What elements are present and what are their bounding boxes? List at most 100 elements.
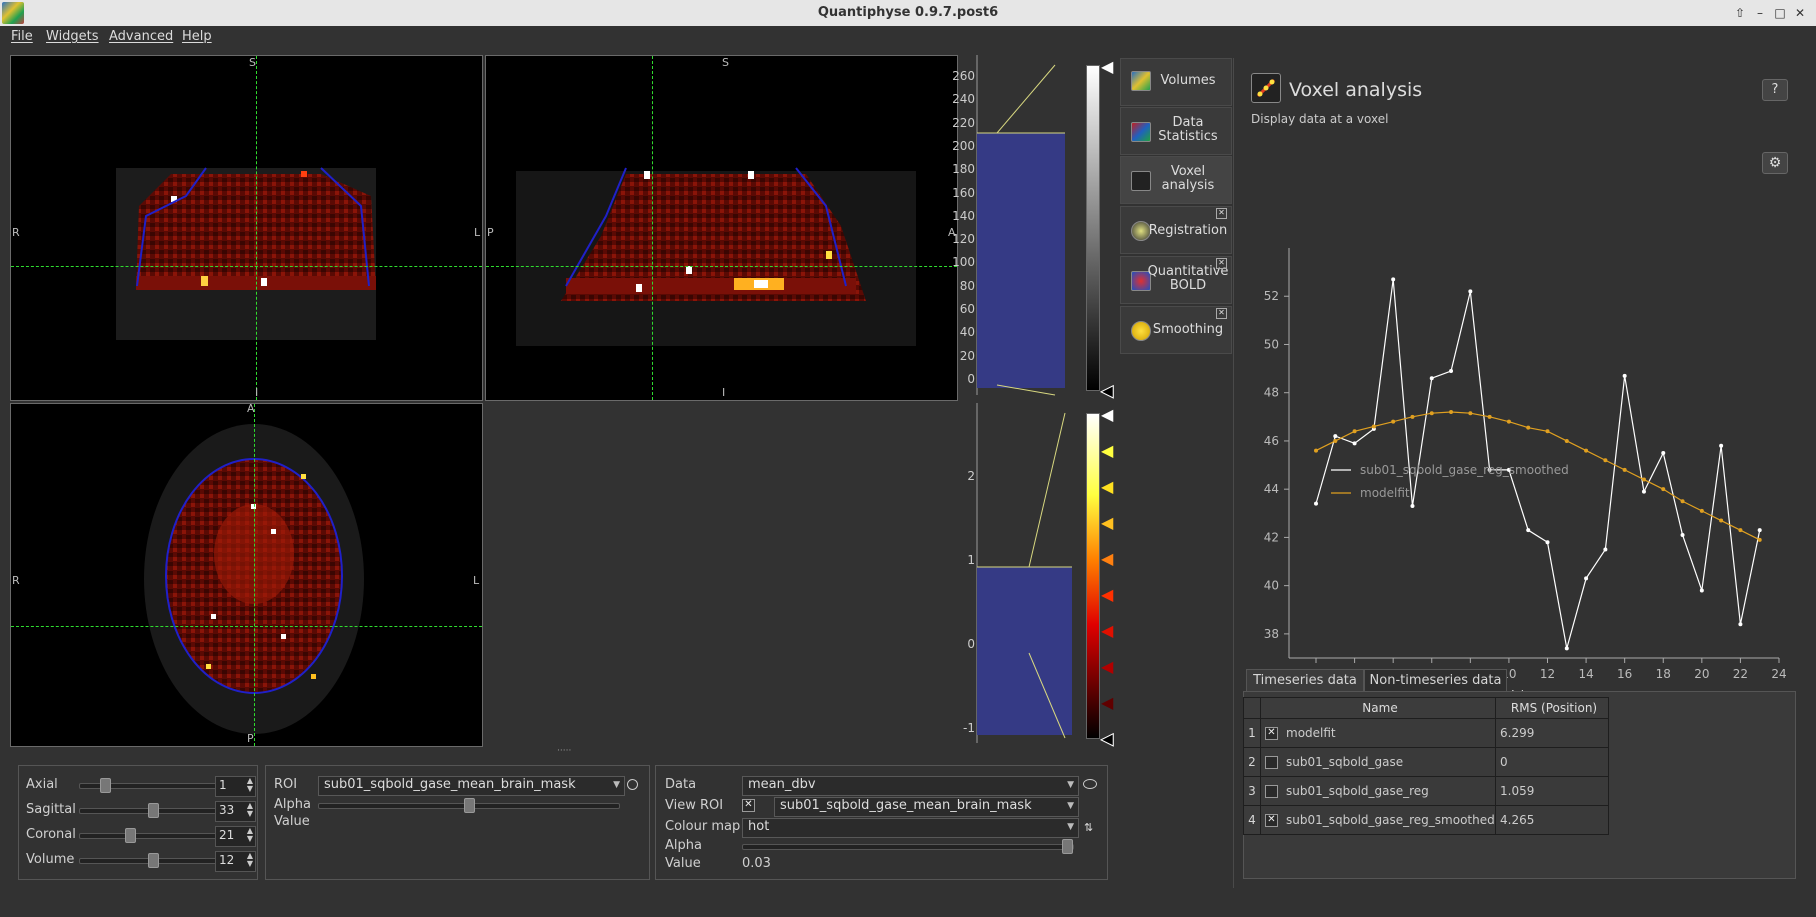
colorbar-min-handle-icon[interactable]: ◀ bbox=[1100, 381, 1113, 401]
volume-slider-handle[interactable] bbox=[148, 853, 159, 868]
close-smoothing-icon[interactable]: ✕ bbox=[1216, 308, 1227, 319]
histogram-bottom[interactable]: 2 1 0 -1 ◀ ◀ ◀ ◀ ◀ ◀ ◀ ◀ ◀ ◀ bbox=[960, 403, 1120, 749]
window-up-icon[interactable]: ⇧ bbox=[1732, 5, 1748, 21]
colormap-handle-icon[interactable]: ◀ bbox=[1101, 405, 1113, 424]
roi-alpha-slider[interactable] bbox=[318, 798, 620, 813]
axial-spinbox[interactable]: 1 ▲ ▼ bbox=[215, 776, 256, 797]
tab-voxel-analysis[interactable]: Voxel analysis bbox=[1120, 156, 1232, 204]
data-alpha-slider-handle[interactable] bbox=[1062, 839, 1073, 854]
sagittal-slider[interactable] bbox=[79, 803, 228, 818]
axis-tick-label: 0 bbox=[967, 371, 975, 386]
x-tick-label: 24 bbox=[1771, 667, 1786, 681]
data-label: Data bbox=[665, 777, 697, 792]
coronal-slider-handle[interactable] bbox=[124, 828, 136, 843]
sagittal-spinbox[interactable]: 33 ▲ ▼ bbox=[215, 801, 256, 822]
colorbar-max-handle-icon[interactable]: ◀ bbox=[1101, 57, 1113, 76]
header-name[interactable]: Name bbox=[1260, 697, 1496, 719]
data-alpha-slider[interactable] bbox=[742, 839, 1074, 854]
axis-tick-label: -1 bbox=[963, 721, 975, 735]
row-checkbox[interactable] bbox=[1265, 785, 1278, 798]
data-point bbox=[1449, 369, 1454, 373]
tab-non-timeseries-data[interactable]: Non-timeseries data bbox=[1364, 669, 1507, 691]
roi-options-icon[interactable] bbox=[627, 779, 638, 790]
axial-view[interactable]: A P R L bbox=[10, 403, 483, 747]
colormap-handle-icon[interactable]: ◀ bbox=[1101, 549, 1113, 568]
table-row[interactable]: 4 ✕ sub01_sqbold_gase_reg_smoothed 4.265 bbox=[1243, 805, 1609, 835]
close-registration-icon[interactable]: ✕ bbox=[1216, 208, 1227, 219]
colormap-handle-icon[interactable]: ◀ bbox=[1101, 441, 1113, 460]
volume-slider[interactable] bbox=[79, 853, 228, 868]
help-button[interactable]: ? bbox=[1762, 79, 1788, 101]
colormap-handle-icon[interactable]: ◀ bbox=[1100, 729, 1113, 749]
table-corner bbox=[1243, 697, 1261, 719]
menu-widgets[interactable]: Widgets bbox=[46, 29, 99, 44]
colour-map-select[interactable]: hot ▼ bbox=[742, 818, 1079, 838]
data-point bbox=[1622, 467, 1627, 472]
roi-alpha-slider-handle[interactable] bbox=[463, 798, 475, 813]
tab-timeseries-data[interactable]: Timeseries data bbox=[1246, 669, 1364, 691]
table-row[interactable]: 3 sub01_sqbold_gase_reg 1.059 bbox=[1243, 776, 1609, 806]
data-point bbox=[1410, 504, 1415, 509]
coronal-view[interactable]: S I R L bbox=[10, 55, 483, 401]
row-checkbox[interactable]: ✕ bbox=[1265, 814, 1278, 827]
coronal-left-label: R bbox=[12, 226, 20, 239]
close-icon[interactable]: ✕ bbox=[1792, 5, 1808, 21]
axial-slider[interactable] bbox=[79, 778, 228, 793]
table-row[interactable]: 1 ✕ modelfit 6.299 bbox=[1243, 718, 1609, 748]
data-select[interactable]: mean_dbv ▼ bbox=[742, 776, 1079, 796]
colormap-handle-icon[interactable]: ◀ bbox=[1101, 621, 1113, 640]
row-checkbox[interactable] bbox=[1265, 756, 1278, 769]
volume-spinbox[interactable]: 12 ▲ ▼ bbox=[215, 851, 256, 872]
menu-help[interactable]: Help bbox=[182, 29, 212, 44]
data-point bbox=[1680, 533, 1685, 537]
data-point bbox=[1506, 419, 1511, 424]
maximize-icon[interactable]: □ bbox=[1772, 5, 1788, 21]
axis-tick-label: 0 bbox=[967, 637, 975, 651]
roi-value-label: Value bbox=[274, 814, 310, 829]
splitter-handle[interactable]: ····· bbox=[557, 746, 571, 756]
tab-quantitative-bold[interactable]: Quantitative BOLD ✕ bbox=[1120, 256, 1232, 304]
sagittal-slider-handle[interactable] bbox=[148, 803, 159, 818]
view-eye-icon[interactable] bbox=[1083, 779, 1097, 789]
colour-map-options-icon[interactable]: ⇅ bbox=[1084, 821, 1093, 834]
view-roi-select[interactable]: sub01_sqbold_gase_mean_brain_mask ▼ bbox=[774, 797, 1079, 817]
axial-slider-handle[interactable] bbox=[100, 778, 112, 793]
sagittal-view[interactable]: S I P A bbox=[485, 55, 958, 401]
data-panel: Data mean_dbv ▼ View ROI ✕ sub01_sqbold_g… bbox=[655, 765, 1108, 880]
row-name[interactable]: sub01_sqbold_gase bbox=[1260, 747, 1496, 777]
view-roi-checkbox[interactable]: ✕ bbox=[742, 799, 755, 812]
row-rms: 4.265 bbox=[1495, 805, 1609, 835]
colormap-handle-icon[interactable]: ◀ bbox=[1101, 693, 1113, 712]
minimize-icon[interactable]: – bbox=[1752, 5, 1768, 21]
table-row[interactable]: 2 sub01_sqbold_gase 0 bbox=[1243, 747, 1609, 777]
menu-advanced[interactable]: Advanced bbox=[109, 29, 173, 44]
coronal-spinbox[interactable]: 21 ▲ ▼ bbox=[215, 826, 256, 847]
x-tick-label: 12 bbox=[1540, 667, 1555, 681]
data-point bbox=[1314, 501, 1319, 506]
colormap-handle-icon[interactable]: ◀ bbox=[1101, 477, 1113, 496]
sagittal-label: Sagittal bbox=[26, 802, 76, 817]
row-name[interactable]: ✕ sub01_sqbold_gase_reg_smoothed bbox=[1260, 805, 1496, 835]
header-rms[interactable]: RMS (Position) bbox=[1495, 697, 1609, 719]
row-name[interactable]: sub01_sqbold_gase_reg bbox=[1260, 776, 1496, 806]
row-index: 4 bbox=[1243, 805, 1261, 835]
settings-gear-icon[interactable]: ⚙ bbox=[1762, 152, 1788, 174]
tab-registration[interactable]: Registration ✕ bbox=[1120, 206, 1232, 254]
x-tick-label: 14 bbox=[1578, 667, 1593, 681]
menu-file[interactable]: File bbox=[11, 29, 33, 44]
close-quantitative-bold-icon[interactable]: ✕ bbox=[1216, 258, 1227, 269]
tab-data-statistics[interactable]: Data Statistics bbox=[1120, 107, 1232, 155]
coronal-slider[interactable] bbox=[79, 828, 228, 843]
row-checkbox[interactable]: ✕ bbox=[1265, 727, 1278, 740]
voxel-timeseries-chart[interactable]: 0246810121416182022243840424446485052Vol… bbox=[1234, 208, 1804, 708]
window-titlebar: Quantiphyse 0.9.7.post6 ⇧ – □ ✕ bbox=[0, 0, 1816, 26]
colormap-handle-icon[interactable]: ◀ bbox=[1101, 585, 1113, 604]
row-name[interactable]: ✕ modelfit bbox=[1260, 718, 1496, 748]
tab-smoothing[interactable]: Smoothing ✕ bbox=[1120, 306, 1232, 354]
colormap-handle-icon[interactable]: ◀ bbox=[1101, 513, 1113, 532]
histogram-top[interactable]: 260 240 220 200 180 160 140 120 100 80 60 40 20 0 ◀ ◀ bbox=[952, 55, 1120, 401]
tab-volumes[interactable]: Volumes bbox=[1120, 58, 1232, 106]
colormap-handle-icon[interactable]: ◀ bbox=[1101, 657, 1113, 676]
roi-select[interactable]: sub01_sqbold_gase_mean_brain_mask ▼ bbox=[318, 776, 625, 796]
data-point bbox=[1468, 289, 1473, 294]
